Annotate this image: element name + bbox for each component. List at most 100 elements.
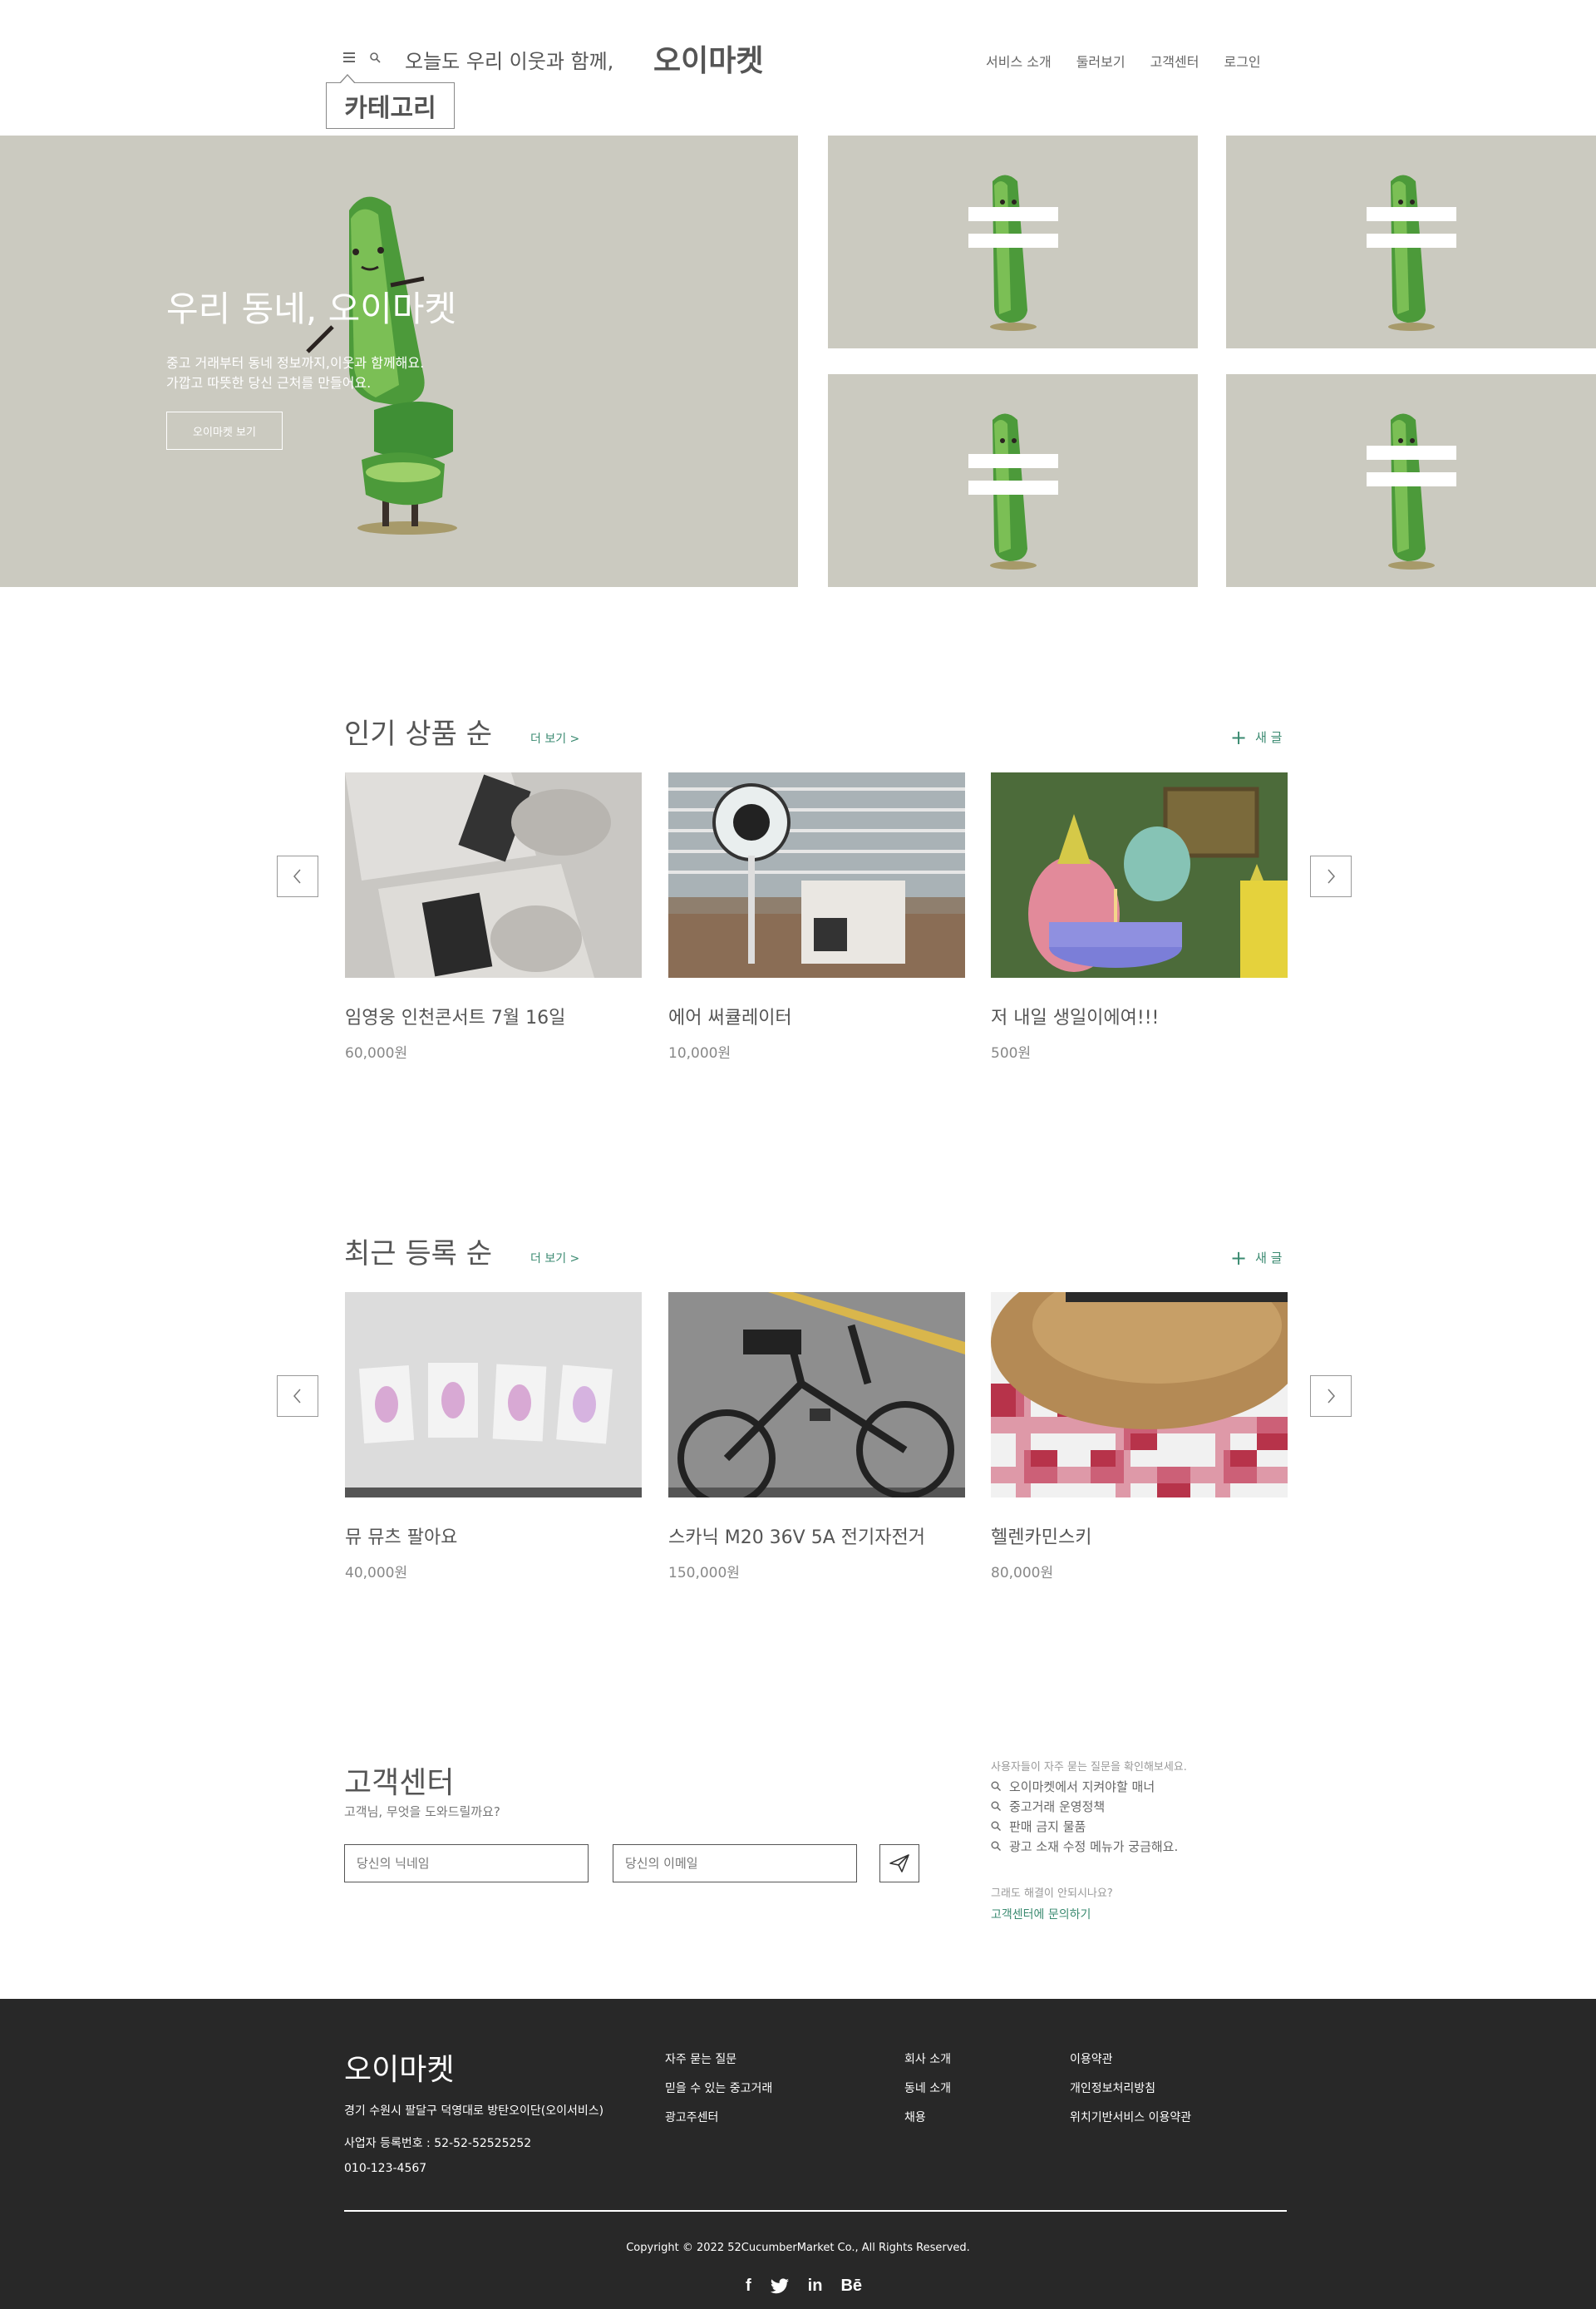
footer-links-policy: 이용약관 개인정보처리방침 위치기반서비스 이용약관 xyxy=(1070,2050,1191,2138)
cucumber-mascot-illustration xyxy=(1387,413,1435,570)
product-card[interactable]: 헬렌카민스키 80,000원 xyxy=(991,1292,1288,1581)
popular-more-link[interactable]: 더 보기 > xyxy=(530,730,579,747)
hero-banner: 우리 동네, 오이마켓 중고 거래부터 동네 정보까지,이웃과 함께해요. 가깝… xyxy=(0,136,798,587)
footer-link[interactable]: 회사 소개 xyxy=(904,2050,951,2080)
send-button[interactable] xyxy=(879,1844,919,1882)
image-placeholder-bar xyxy=(968,234,1058,248)
product-name: 저 내일 생일이에여!!! xyxy=(991,1008,1160,1029)
recent-new-post-button[interactable]: + 새 글 xyxy=(1230,1248,1283,1268)
faq-item[interactable]: 광고 소재 수정 메뉴가 궁금해요. xyxy=(991,1836,1178,1856)
facebook-icon[interactable]: f xyxy=(746,2277,751,2296)
nav-customer-center[interactable]: 고객센터 xyxy=(1150,51,1199,71)
view-market-button[interactable]: 오이마켓 보기 xyxy=(166,412,283,450)
search-icon xyxy=(991,1821,1001,1831)
site-footer: 오이마켓 경기 수원시 팔달구 덕영대로 방탄오이단(오이서비스) 사업자 등록… xyxy=(0,1999,1596,2309)
popular-prev-button[interactable] xyxy=(277,856,318,897)
search-icon xyxy=(991,1781,1001,1791)
product-name: 스카닉 M20 36V 5A 전기자전거 xyxy=(668,1527,925,1548)
footer-business-number: 사업자 등록번호 : 52-52-52525252 xyxy=(344,2137,532,2150)
linkedin-icon[interactable]: in xyxy=(808,2277,823,2296)
product-name: 헬렌카민스키 xyxy=(991,1527,1092,1548)
image-placeholder-bar xyxy=(968,454,1058,468)
footer-link[interactable]: 믿을 수 있는 중고거래 xyxy=(665,2080,772,2109)
popular-next-button[interactable] xyxy=(1310,856,1352,897)
chevron-left-icon xyxy=(293,1389,301,1404)
contact-customer-center-link[interactable]: 고객센터에 문의하기 xyxy=(991,1906,1091,1922)
recent-more-link[interactable]: 더 보기 > xyxy=(530,1250,579,1266)
product-card[interactable]: 에어 써큘레이터 10,000원 xyxy=(668,772,965,1062)
product-image xyxy=(345,772,642,978)
faq-item[interactable]: 중고거래 운영정책 xyxy=(991,1796,1178,1816)
new-post-label: 새 글 xyxy=(1255,730,1283,745)
footer-copyright: Copyright © 2022 52CucumberMarket Co., A… xyxy=(626,2242,970,2254)
faq-item-label: 중고거래 운영정책 xyxy=(1009,1798,1106,1814)
footer-link[interactable]: 개인정보처리방침 xyxy=(1070,2080,1191,2109)
search-icon[interactable] xyxy=(369,52,381,63)
image-placeholder-bar xyxy=(968,207,1058,221)
header-tagline: 오늘도 우리 이웃과 함께, xyxy=(405,50,614,73)
footer-link[interactable]: 채용 xyxy=(904,2109,951,2138)
footer-links-company: 회사 소개 동네 소개 채용 xyxy=(904,2050,951,2138)
popular-new-post-button[interactable]: + 새 글 xyxy=(1230,725,1283,749)
image-placeholder-bar xyxy=(968,481,1058,495)
hero-thumbnail[interactable] xyxy=(828,136,1198,348)
footer-divider xyxy=(344,2210,1287,2212)
behance-icon[interactable]: Bē xyxy=(840,2277,862,2296)
email-input[interactable] xyxy=(613,1844,857,1882)
faq-item-label: 광고 소재 수정 메뉴가 궁금해요. xyxy=(1009,1838,1179,1854)
category-button[interactable]: 카테고리 xyxy=(326,74,455,129)
cucumber-mascot-illustration xyxy=(1387,175,1435,331)
hero-thumbnail[interactable] xyxy=(1226,136,1596,348)
recent-next-button[interactable] xyxy=(1310,1375,1352,1417)
product-card[interactable]: 저 내일 생일이에여!!! 500원 xyxy=(991,772,1288,1062)
recent-prev-button[interactable] xyxy=(277,1375,318,1417)
brand-logo[interactable]: 오이마켓 xyxy=(653,37,763,80)
footer-link[interactable]: 자주 묻는 질문 xyxy=(665,2050,772,2080)
footer-brand: 오이마켓 xyxy=(344,2053,455,2087)
chevron-right-icon xyxy=(1328,869,1335,884)
search-icon xyxy=(991,1841,1001,1851)
faq-item[interactable]: 오이마켓에서 지켜야할 매너 xyxy=(991,1776,1178,1796)
image-placeholder-bar xyxy=(1366,472,1456,486)
product-card[interactable]: 뮤 뮤츠 팔아요 40,000원 xyxy=(345,1292,642,1581)
new-post-label: 새 글 xyxy=(1255,1251,1283,1266)
product-name: 에어 써큘레이터 xyxy=(668,1008,792,1029)
footer-phone: 010-123-4567 xyxy=(344,2162,427,2175)
product-name: 뮤 뮤츠 팔아요 xyxy=(345,1527,458,1548)
customer-center-subtitle: 고객님, 무엇을 도와드릴까요? xyxy=(344,1804,500,1819)
hero-thumbnail[interactable] xyxy=(828,374,1198,587)
hero-thumbnail[interactable] xyxy=(1226,374,1596,587)
customer-center-title: 고객센터 xyxy=(344,1766,455,1800)
footer-links-support: 자주 묻는 질문 믿을 수 있는 중고거래 광고주센터 xyxy=(665,2050,772,2138)
product-image xyxy=(668,1292,965,1497)
faq-item[interactable]: 판매 금지 물품 xyxy=(991,1816,1178,1836)
faq-list: 오이마켓에서 지켜야할 매너 중고거래 운영정책 판매 금지 물품 광고 소재 … xyxy=(991,1776,1178,1856)
image-placeholder-bar xyxy=(1366,234,1456,248)
footer-link[interactable]: 광고주센터 xyxy=(665,2109,772,2138)
nav-login[interactable]: 로그인 xyxy=(1224,51,1260,71)
footer-link[interactable]: 동네 소개 xyxy=(904,2080,951,2109)
nickname-input[interactable] xyxy=(344,1844,589,1882)
product-price: 60,000원 xyxy=(345,1045,408,1062)
product-card[interactable]: 스카닉 M20 36V 5A 전기자전거 150,000원 xyxy=(668,1292,965,1581)
product-price: 10,000원 xyxy=(668,1045,732,1062)
hamburger-menu-icon[interactable] xyxy=(343,52,355,62)
nav-service-intro[interactable]: 서비스 소개 xyxy=(986,51,1052,71)
product-price: 500원 xyxy=(991,1045,1032,1062)
twitter-icon[interactable] xyxy=(770,2277,790,2295)
social-links: f in Bē xyxy=(746,2277,862,2296)
faq-still-unresolved: 그래도 해결이 안되시나요? xyxy=(991,1887,1113,1900)
faq-intro: 사용자들이 자주 묻는 질문을 확인해보세요. xyxy=(991,1761,1187,1774)
product-image xyxy=(668,772,965,978)
image-placeholder-bar xyxy=(1366,446,1456,460)
plus-icon: + xyxy=(1230,725,1248,749)
chevron-left-icon xyxy=(293,869,301,884)
recent-section-title: 최근 등록 순 xyxy=(344,1237,493,1270)
product-price: 150,000원 xyxy=(668,1565,740,1581)
faq-item-label: 오이마켓에서 지켜야할 매너 xyxy=(1009,1779,1155,1794)
nav-browse[interactable]: 둘러보기 xyxy=(1076,51,1126,71)
footer-link[interactable]: 이용약관 xyxy=(1070,2050,1191,2080)
product-card[interactable]: 임영웅 인천콘서트 7월 16일 60,000원 xyxy=(345,772,642,1062)
footer-link[interactable]: 위치기반서비스 이용약관 xyxy=(1070,2109,1191,2138)
hero-title: 우리 동네, 오이마켓 xyxy=(166,289,457,329)
